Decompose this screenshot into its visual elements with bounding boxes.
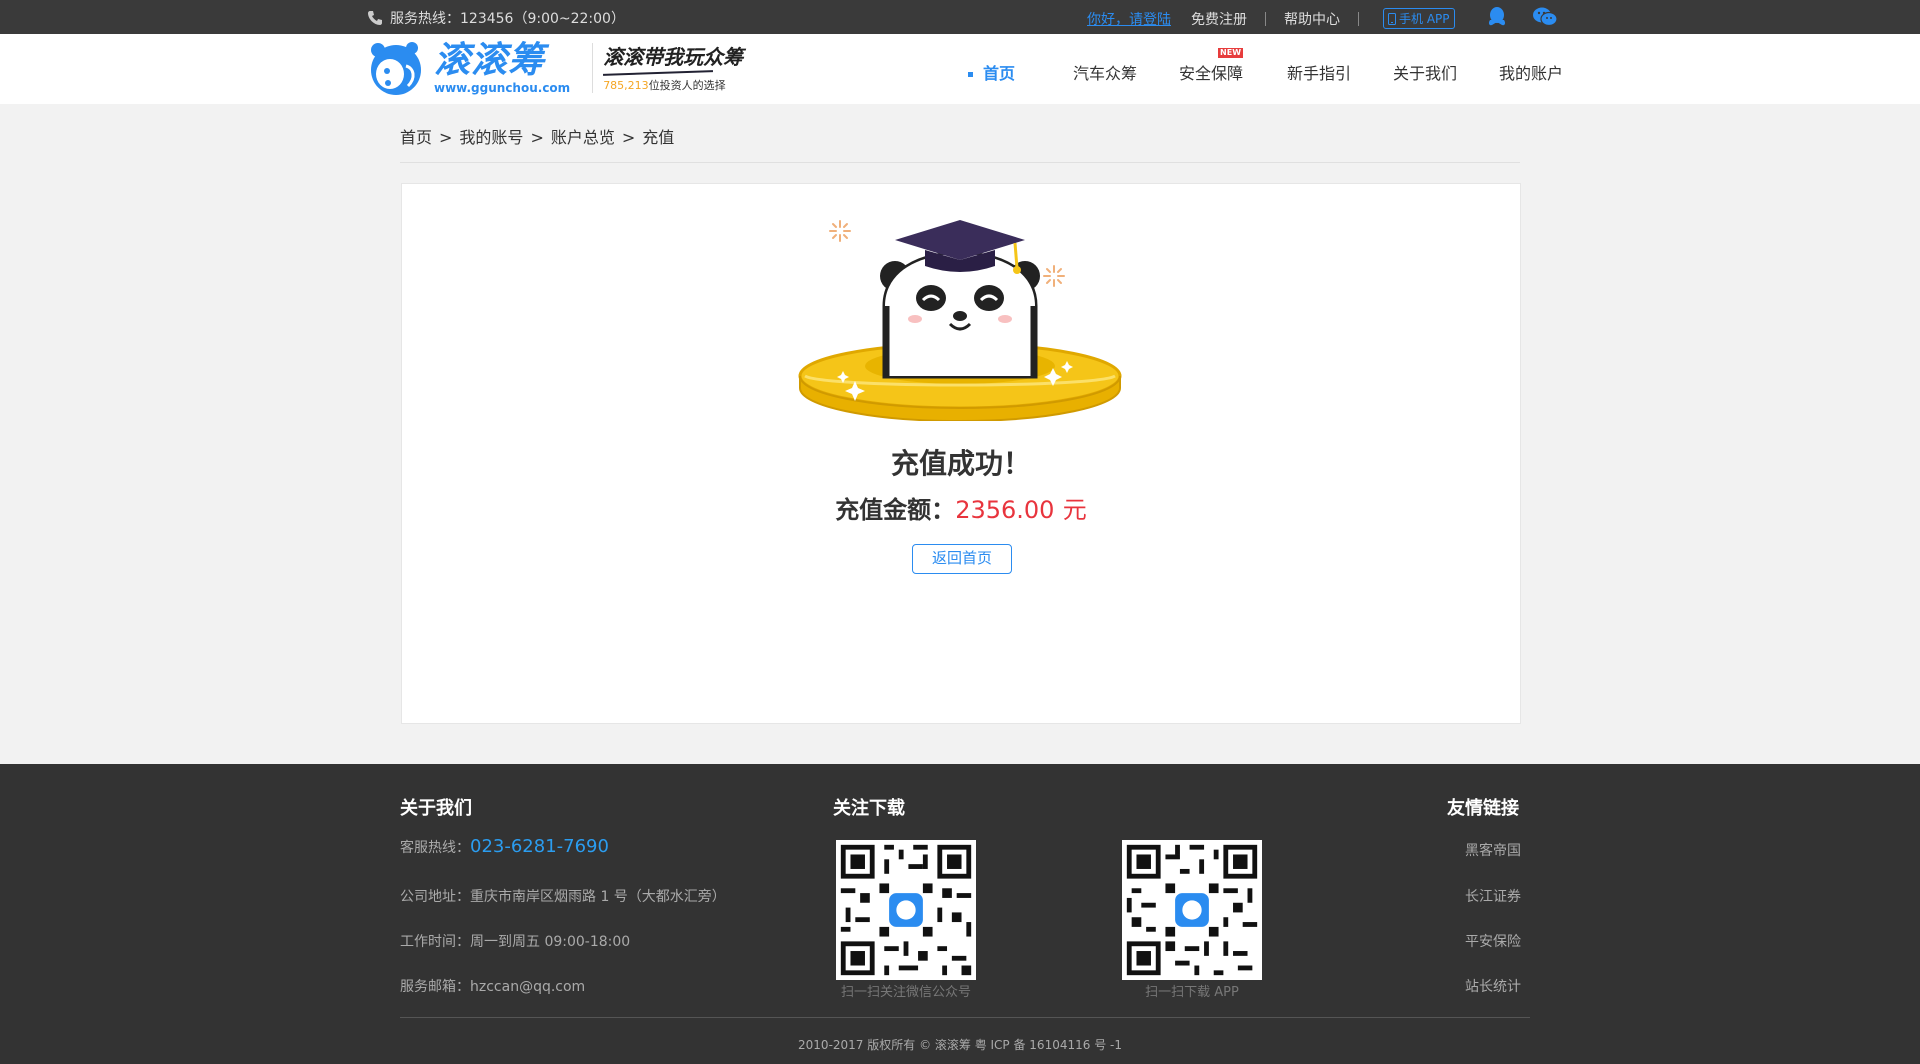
footer: 关于我们 客服热线：023-6281-7690 公司地址：重庆市南岸区烟雨路 1…	[0, 764, 1920, 1064]
qr-code-icon	[836, 840, 976, 980]
phone-icon	[368, 11, 382, 25]
hotline-text: 服务热线：123456（9:00~22:00）	[390, 11, 625, 27]
qq-icon[interactable]	[1487, 6, 1507, 28]
breadcrumb-account-overview[interactable]: 账户总览	[551, 128, 615, 147]
hotline-number[interactable]: 023-6281-7690	[470, 836, 609, 857]
success-title: 充值成功！	[890, 447, 1031, 480]
nav-about-us[interactable]: 关于我们	[1393, 60, 1457, 84]
top-bar: 服务热线：123456（9:00~22:00） 你好，请登陆 免费注册 帮助中心…	[0, 0, 1920, 34]
amount-value: 2356.00	[955, 496, 1055, 524]
register-link[interactable]: 免费注册	[1191, 9, 1247, 29]
panda-graduate-illustration	[798, 220, 1122, 421]
mobile-phone-icon	[1388, 12, 1396, 25]
header: 滚滚筹 www.ggunchou.com 滚滚带我玩众筹 785,213位投资人…	[0, 34, 1920, 104]
friend-link-item[interactable]: 站长统计	[1465, 976, 1521, 996]
qr-code-icon	[1122, 840, 1262, 980]
company-address: 公司地址：重庆市南岸区烟雨路 1 号（大都水汇旁）	[400, 889, 726, 905]
nav-home[interactable]: 首页	[968, 60, 1015, 84]
mobile-app-button[interactable]: 手机 APP	[1383, 8, 1455, 29]
wechat-icon[interactable]	[1532, 6, 1558, 28]
recharge-result-card: 充值成功！ 充值金额：2356.00 元 返回首页	[401, 183, 1521, 724]
friend-link-item[interactable]: 黑客帝国	[1465, 840, 1521, 860]
copyright: 2010-2017 版权所有 © 滚滚筹 粤 ICP 备 16104116 号 …	[798, 1038, 1122, 1052]
nav-beginner-guide[interactable]: 新手指引	[1287, 60, 1351, 84]
service-hotline: 服务热线：123456（9:00~22:00）	[367, 8, 625, 28]
wechat-qr-caption: 扫一扫关注微信公众号	[840, 985, 971, 1000]
wechat-qr-code	[836, 840, 976, 980]
recharge-amount: 充值金额：2356.00 元	[402, 490, 1520, 525]
divider	[1265, 11, 1266, 26]
footer-divider	[400, 1017, 1530, 1018]
working-hours: 工作时间：周一到周五 09:00-18:00	[400, 934, 631, 950]
amount-label: 充值金额：	[835, 496, 956, 524]
breadcrumb-current: 充值	[642, 128, 675, 147]
new-badge: NEW	[1218, 48, 1244, 58]
service-email: 服务邮箱：hzccan@qq.com	[400, 979, 586, 995]
nav-car-crowdfunding[interactable]: 汽车众筹	[1073, 60, 1137, 84]
brand-url: www.ggunchou.com	[434, 81, 571, 95]
breadcrumb-divider	[400, 162, 1520, 163]
amount-unit: 元	[1062, 496, 1087, 524]
friend-links-heading: 友情链接	[1447, 798, 1519, 819]
mobile-app-label: 手机 APP	[1399, 12, 1450, 26]
breadcrumb-my-account[interactable]: 我的账号	[459, 128, 523, 147]
nav-my-account[interactable]: 我的账户	[1499, 60, 1563, 84]
breadcrumb-home[interactable]: 首页	[400, 128, 432, 147]
about-us-heading: 关于我们	[400, 798, 472, 819]
main-nav: 首页 汽车众筹 安全保障 NEW 新手指引 关于我们 我的账户	[0, 48, 1920, 83]
help-center-link[interactable]: 帮助中心	[1284, 9, 1340, 29]
back-home-button[interactable]: 返回首页	[912, 544, 1012, 574]
friend-link-item[interactable]: 长江证券	[1465, 886, 1521, 906]
app-qr-caption: 扫一扫下载 APP	[1145, 985, 1239, 1000]
login-link[interactable]: 你好，请登陆	[1087, 9, 1171, 29]
active-dot	[968, 72, 973, 77]
friend-link-item[interactable]: 平安保险	[1465, 931, 1521, 951]
nav-security[interactable]: 安全保障 NEW	[1179, 48, 1244, 84]
follow-download-heading: 关注下载	[833, 798, 905, 819]
app-qr-code	[1122, 840, 1262, 980]
customer-hotline: 客服热线：023-6281-7690	[400, 836, 609, 857]
divider	[1358, 11, 1359, 26]
breadcrumb: 首页 > 我的账号 > 账户总览 > 充值	[400, 128, 675, 147]
